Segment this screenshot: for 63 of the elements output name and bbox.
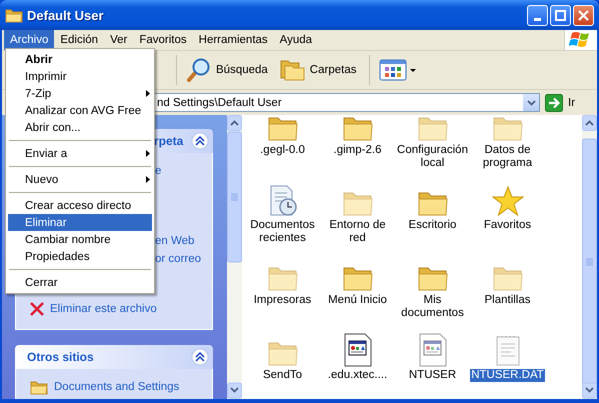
panel-title: rpeta [153,134,184,148]
collapse-icon[interactable] [191,348,209,366]
file-label[interactable]: .edu.xtec.... [326,369,388,382]
menu-item[interactable]: Cerrar [8,274,152,291]
menu-item[interactable]: Archivo [4,30,54,50]
file-label[interactable]: .gegl-0.0 [259,144,306,157]
file-label[interactable]: Documentos recientes [245,219,320,245]
maximize-icon [555,10,566,20]
submenu-arrow-icon [144,149,152,158]
dropdown-icon[interactable] [526,100,536,106]
menu-item[interactable]: Eliminar [8,214,152,231]
search-button[interactable]: Búsqueda [182,55,272,85]
scrollbar[interactable] [227,115,242,399]
menu-item[interactable]: Edición [54,30,104,50]
folders-icon [280,58,306,82]
file-label[interactable]: Configuración local [395,144,470,170]
minimize-icon [534,18,541,20]
file-label[interactable]: SendTo [262,369,303,382]
menu-item[interactable]: Imprimir [8,68,152,85]
file-label[interactable]: Plantillas [483,294,532,307]
panel-title: Otros sitios [27,350,95,364]
submenu-arrow-icon [144,175,152,184]
window-title: Default User [27,8,105,22]
file-label[interactable]: Mis documentos [395,294,470,320]
file-label[interactable]: .gimp-2.6 [332,144,382,157]
menu-item[interactable]: Cambiar nombre [8,231,152,248]
file-label[interactable]: Escritorio [408,219,458,232]
file-label[interactable]: Impresoras [252,294,312,307]
task-link[interactable]: Eliminar este archivo [50,303,157,315]
file-label[interactable]: Menú Inicio [327,294,388,307]
folder-icon [5,8,23,22]
minimize-button[interactable] [527,4,548,26]
menu-item[interactable]: Analizar con AVG Free [8,102,152,119]
close-icon [578,10,589,20]
search-icon [186,57,212,83]
menu-item[interactable]: Abrir [8,51,152,68]
menu-item[interactable]: Favoritos [133,30,193,50]
address-field[interactable]: nd Settings\Default User [152,93,540,112]
maximize-button[interactable] [550,4,571,26]
collapse-icon[interactable] [191,132,209,150]
menu-item[interactable]: 7-Zip [8,85,152,102]
menu-item[interactable]: Crear acceso directo [8,197,152,214]
menu-item[interactable]: Enviar a [8,145,152,162]
task-link[interactable]: e [155,165,162,177]
file-label[interactable]: Entorno de red [320,219,395,245]
task-link[interactable]: or correo [155,253,202,265]
submenu-arrow-icon [144,89,152,98]
menu-item[interactable]: Herramientas [192,30,274,50]
folders-button[interactable]: Carpetas [276,56,360,84]
menu-item[interactable]: Ayuda [274,30,318,50]
folder-icon [30,380,48,394]
scrollbar[interactable] [582,115,597,399]
file-label[interactable]: NTUSER [408,369,458,382]
menu-item[interactable]: Ver [104,30,134,50]
menu-item[interactable]: Abrir con... [8,119,152,136]
delete-icon [30,302,44,316]
menu-item[interactable]: Nuevo [8,171,152,188]
close-button[interactable] [573,4,594,26]
menu-item[interactable]: Propiedades [8,248,152,265]
file-label[interactable]: Datos de programa [470,144,545,170]
file-label[interactable]: Favoritos [482,219,532,232]
file-label[interactable]: NTUSER.DAT [470,369,545,382]
task-link[interactable]: en Web [155,235,194,247]
